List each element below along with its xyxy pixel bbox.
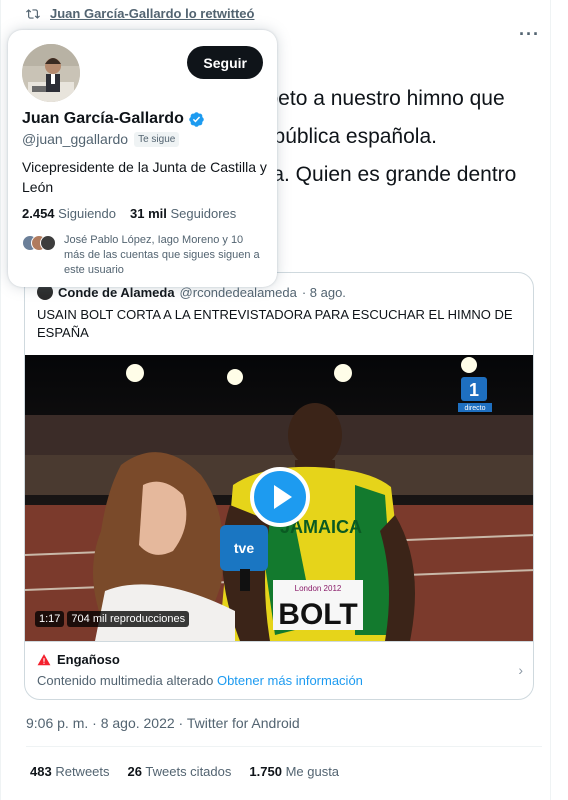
channel-logo-number: 1 <box>469 380 479 400</box>
follows-you-badge: Te sigue <box>134 131 180 147</box>
profile-name[interactable]: Juan García-Gallardo <box>22 110 184 128</box>
play-button[interactable] <box>250 467 310 527</box>
verified-badge-icon <box>189 111 204 127</box>
avatar <box>40 235 56 251</box>
tweet-text-line: n pública española. <box>256 125 437 148</box>
retweet-indicator: Juan García-Gallardo lo retwitteó <box>26 6 254 21</box>
profile-bio: Vicepresidente de la Junta de Castilla y… <box>22 159 267 195</box>
profile-name-row: Juan García-Gallardo <box>22 110 205 128</box>
warning-icon <box>37 653 51 665</box>
quoted-tweet[interactable]: Conde de Alameda @rcondedealameda · 8 ag… <box>24 272 534 700</box>
avatar[interactable] <box>22 44 80 102</box>
chevron-right-icon: › <box>518 662 523 678</box>
following-count: 2.454 <box>22 206 55 221</box>
bib-event: London 2012 <box>295 584 342 593</box>
following-label: Siguiendo <box>58 206 116 221</box>
profile-handle[interactable]: @juan_ggallardo <box>22 131 128 147</box>
quotes-count: 26 <box>127 764 142 779</box>
tweet-stats: 483 Retweets 26 Tweets citados 1.750 Me … <box>30 764 339 779</box>
quoted-date: · 8 ago. <box>301 284 346 300</box>
followers-stat[interactable]: 31 mil Seguidores <box>130 206 236 221</box>
tweet-text: speto a nuestro himno que n pública espa… <box>256 80 556 194</box>
bib-name: BOLT <box>278 598 357 631</box>
followers-label: Seguidores <box>170 206 237 221</box>
quotes-label: Tweets citados <box>145 764 232 779</box>
likes-stat[interactable]: 1.750 Me gusta <box>249 764 339 779</box>
more-options-icon[interactable]: ··· <box>519 24 540 45</box>
likes-label: Me gusta <box>285 764 340 779</box>
warning-title-row: Engañoso <box>37 652 523 667</box>
mutual-followers[interactable]: José Pablo López, Iago Moreno y 10 más d… <box>22 233 264 278</box>
learn-more-link[interactable]: Obtener más información <box>217 673 363 688</box>
profile-hover-card: Seguir Juan García-Gallardo @juan_ggalla… <box>8 30 277 287</box>
channel-live-label: directo <box>464 405 485 412</box>
video-duration: 1:17 <box>35 611 65 627</box>
retweet-label[interactable]: Juan García-Gallardo lo retwitteó <box>50 6 254 21</box>
quotes-stat[interactable]: 26 Tweets citados <box>128 764 232 779</box>
profile-stats: 2.454 Siguiendo 31 mil Seguidores <box>22 206 236 221</box>
divider <box>26 746 542 747</box>
likes-count: 1.750 <box>249 764 282 779</box>
column-left-border <box>0 0 1 800</box>
mutual-followers-text: José Pablo López, Iago Moreno y 10 más d… <box>64 234 260 276</box>
tweet-text-line: speto a nuestro himno que <box>256 87 505 110</box>
retweets-stat[interactable]: 483 Retweets <box>30 764 110 779</box>
retweets-label: Retweets <box>55 764 110 779</box>
quoted-tweet-text: USAIN BOLT CORTA A LA ENTREVISTADORA PAR… <box>37 307 513 340</box>
warning-title: Engañoso <box>57 652 120 667</box>
video-player[interactable]: 1 directo BOLT London 2012 JAMAICA tve 1… <box>25 355 533 641</box>
warning-text: Contenido multimedia alterado <box>37 673 214 688</box>
misleading-warning[interactable]: Engañoso Contenido multimedia alterado O… <box>25 641 533 699</box>
warning-body: Contenido multimedia alterado Obtener má… <box>37 673 523 688</box>
follow-button[interactable]: Seguir <box>187 46 263 79</box>
video-meta: 1:17 704 mil reproducciones <box>35 611 190 627</box>
retweets-count: 483 <box>30 764 52 779</box>
mic-logo: tve <box>234 540 254 556</box>
mutual-avatars <box>22 235 58 251</box>
retweet-icon <box>26 8 40 19</box>
avatar-photo <box>22 44 80 102</box>
tweet-timestamp[interactable]: 9:06 p. m. · 8 ago. 2022 · Twitter for A… <box>26 715 300 731</box>
following-stat[interactable]: 2.454 Siguiendo <box>22 206 116 221</box>
tweet-text-line: sta. Quien es grande dentro <box>256 163 517 186</box>
play-icon <box>273 485 292 509</box>
video-views: 704 mil reproducciones <box>67 611 190 627</box>
followers-count: 31 mil <box>130 206 167 221</box>
profile-handle-row: @juan_ggallardo Te sigue <box>22 131 180 147</box>
